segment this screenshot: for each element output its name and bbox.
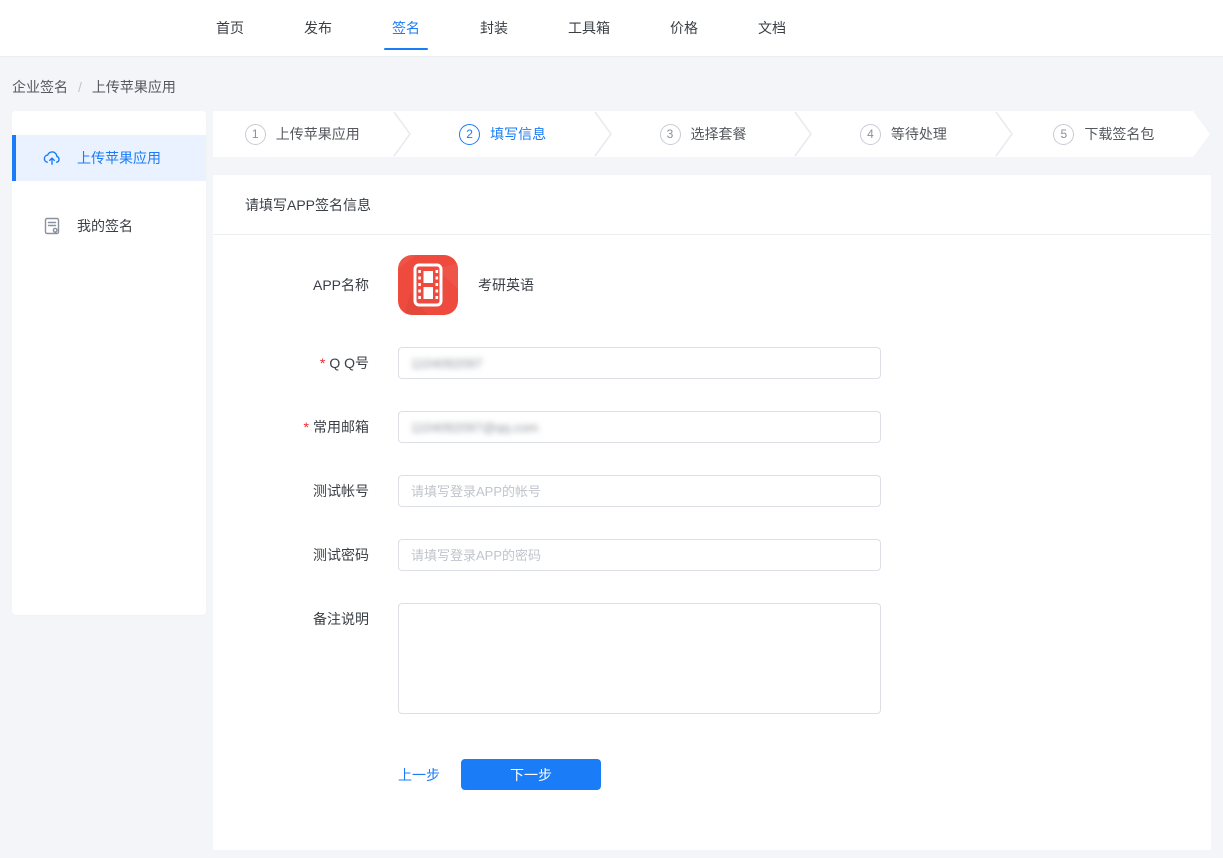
nav-item-package[interactable]: 封装 <box>474 9 514 47</box>
sign-info-panel: 请填写APP签名信息 APP名称 <box>213 175 1211 850</box>
qq-row: *Q Q号 1104092097 <box>245 347 1211 379</box>
wizard-step-2-current: 2 填写信息 <box>413 111 591 157</box>
nav-item-toolbox[interactable]: 工具箱 <box>562 9 616 47</box>
panel-title: 请填写APP签名信息 <box>213 175 1211 235</box>
sidebar-item-label: 上传苹果应用 <box>77 148 161 168</box>
remark-label: 备注说明 <box>245 603 369 714</box>
breadcrumb: 企业签名 / 上传苹果应用 <box>0 57 1223 111</box>
test-password-row: 测试密码 <box>245 539 1211 571</box>
email-label: 常用邮箱 <box>313 419 369 435</box>
test-account-label: 测试帐号 <box>245 475 369 507</box>
step-label: 选择套餐 <box>691 124 747 144</box>
next-step-button[interactable]: 下一步 <box>461 759 601 790</box>
email-input[interactable]: 1104092097@qq.com <box>398 411 881 443</box>
step-wizard: 1 上传苹果应用 2 填写信息 3 选择套餐 4 等待处理 <box>213 111 1211 157</box>
form-actions: 上一步 下一步 <box>398 759 1211 790</box>
chevron-right-icon <box>993 111 1015 157</box>
required-asterisk: * <box>320 355 325 371</box>
test-password-label: 测试密码 <box>245 539 369 571</box>
signature-doc-icon <box>42 216 62 236</box>
breadcrumb-enterprise-sign[interactable]: 企业签名 <box>12 77 68 97</box>
nav-item-price[interactable]: 价格 <box>664 9 704 47</box>
test-account-row: 测试帐号 <box>245 475 1211 507</box>
nav-item-docs[interactable]: 文档 <box>752 9 792 47</box>
cloud-upload-icon <box>42 148 62 168</box>
main-nav: 首页 发布 签名 封装 工具箱 价格 文档 <box>210 9 792 47</box>
nav-item-home[interactable]: 首页 <box>210 9 250 47</box>
qq-input[interactable]: 1104092097 <box>398 347 881 379</box>
film-app-icon <box>398 255 458 315</box>
wizard-step-3: 3 选择套餐 <box>614 111 792 157</box>
step-label: 等待处理 <box>891 124 947 144</box>
step-number-badge: 4 <box>860 124 881 145</box>
prev-step-button[interactable]: 上一步 <box>398 765 440 785</box>
chevron-right-icon <box>391 111 413 157</box>
sidebar: 上传苹果应用 我的签名 <box>12 111 206 615</box>
test-account-input[interactable] <box>398 475 881 507</box>
step-number-badge: 5 <box>1053 124 1074 145</box>
remark-textarea[interactable] <box>398 603 881 714</box>
nav-item-sign[interactable]: 签名 <box>386 9 426 47</box>
step-label: 下载签名包 <box>1084 124 1154 144</box>
qq-label: Q Q号 <box>329 355 369 371</box>
app-name-row: APP名称 <box>245 255 1211 315</box>
remark-row: 备注说明 <box>245 603 1211 714</box>
step-label: 填写信息 <box>490 124 546 144</box>
sidebar-item-upload-ios-app[interactable]: 上传苹果应用 <box>12 135 206 181</box>
required-asterisk: * <box>304 419 309 435</box>
email-redacted-value: 1104092097@qq.com <box>411 420 538 435</box>
chevron-right-icon <box>792 111 814 157</box>
qq-redacted-value: 1104092097 <box>411 356 482 371</box>
chevron-right-icon <box>592 111 614 157</box>
sidebar-item-my-signatures[interactable]: 我的签名 <box>12 203 206 249</box>
sidebar-item-label: 我的签名 <box>77 216 133 236</box>
test-password-input[interactable] <box>398 539 881 571</box>
nav-item-publish[interactable]: 发布 <box>298 9 338 47</box>
email-row: *常用邮箱 1104092097@qq.com <box>245 411 1211 443</box>
breadcrumb-separator: / <box>78 79 82 95</box>
wizard-end-arrow <box>1193 111 1211 157</box>
wizard-step-1: 1 上传苹果应用 <box>213 111 391 157</box>
app-name-label: APP名称 <box>245 255 369 315</box>
top-header: 首页 发布 签名 封装 工具箱 价格 文档 <box>0 0 1223 57</box>
step-number-badge: 1 <box>245 124 266 145</box>
breadcrumb-upload-ios-app: 上传苹果应用 <box>92 77 176 97</box>
app-name-value: 考研英语 <box>478 255 534 315</box>
step-number-badge: 3 <box>660 124 681 145</box>
wizard-step-5: 5 下载签名包 <box>1015 111 1193 157</box>
step-number-badge: 2 <box>459 124 480 145</box>
wizard-step-4: 4 等待处理 <box>814 111 992 157</box>
step-label: 上传苹果应用 <box>276 124 360 144</box>
